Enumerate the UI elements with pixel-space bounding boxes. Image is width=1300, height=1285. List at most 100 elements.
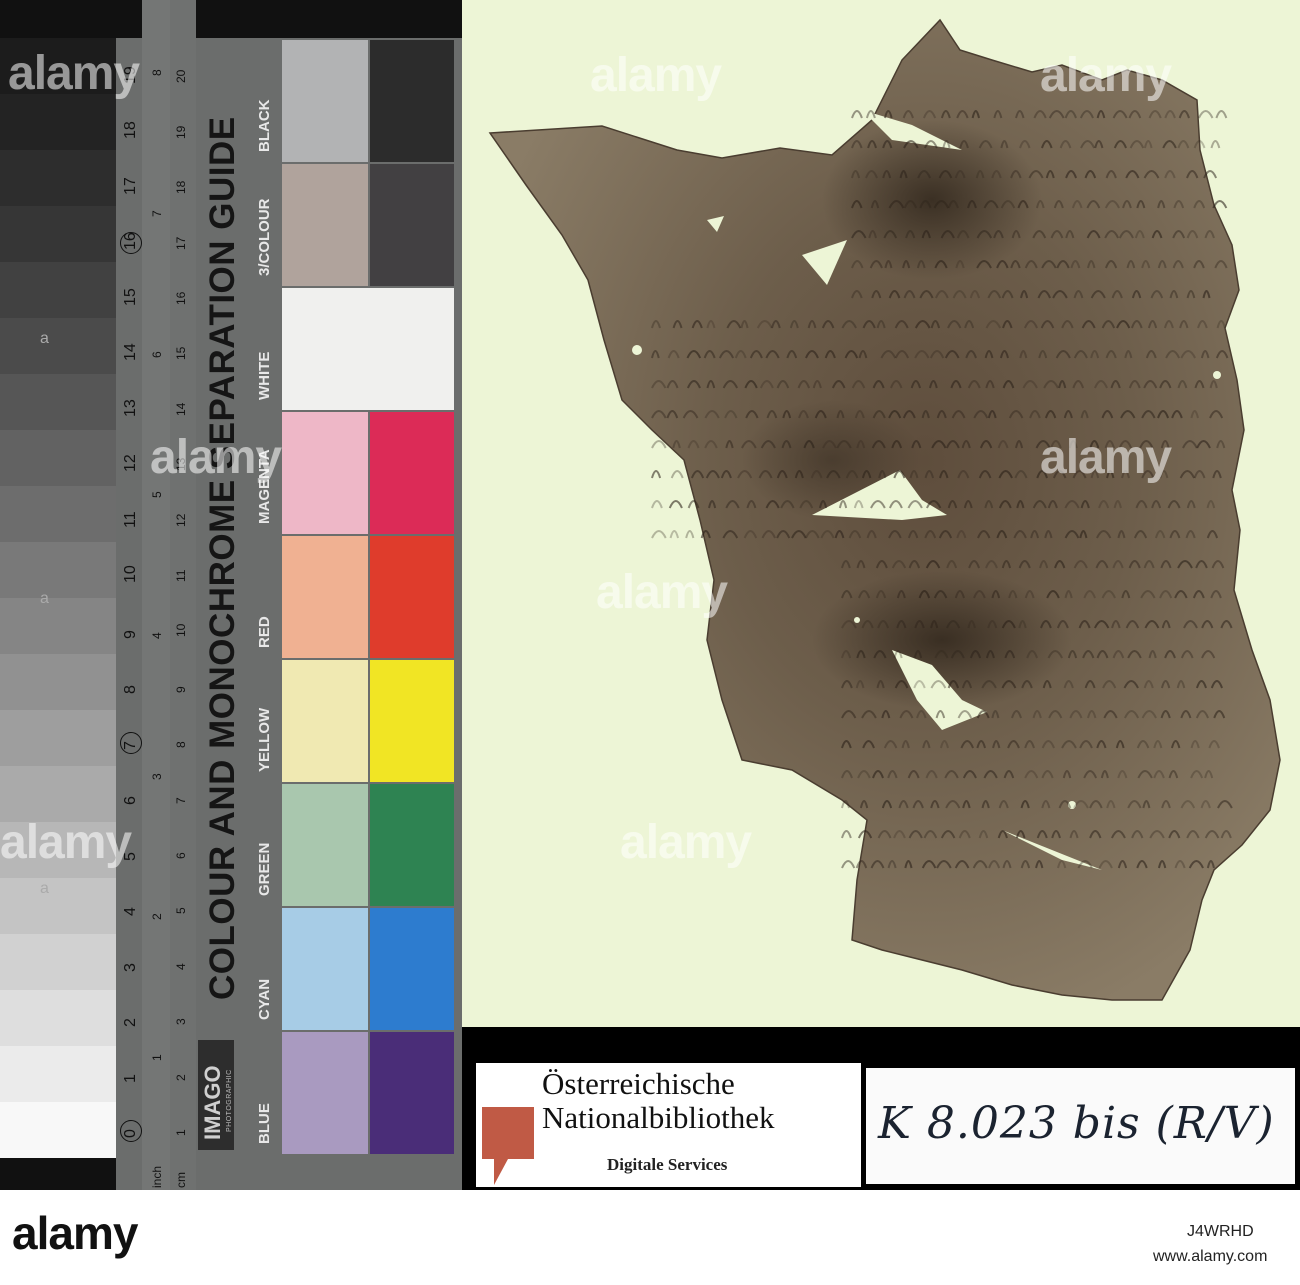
cm-tick-label: 16	[174, 291, 188, 305]
cm-tick-label: 20	[174, 70, 188, 84]
cm-tick-label: 1	[174, 1129, 188, 1136]
swatch-light-white	[282, 288, 454, 410]
grey-step-letter: a	[40, 590, 49, 607]
script-stroke	[685, 530, 695, 539]
step-number: 11	[122, 510, 139, 528]
swatch-dark-blue	[370, 1032, 454, 1154]
grey-step	[0, 598, 116, 654]
grey-step	[0, 542, 116, 598]
library-name-line1: Österreichische	[542, 1066, 735, 1101]
cm-tick-label: 2	[174, 1073, 188, 1081]
cm-tick-label: 15	[174, 347, 188, 361]
swatch-dark-yellow	[370, 660, 454, 782]
script-stroke	[851, 110, 863, 119]
step-number: 13	[122, 398, 139, 417]
grey-step	[0, 486, 116, 542]
grey-step	[0, 94, 116, 150]
script-stroke	[670, 470, 684, 479]
inch-label: inch	[150, 1165, 164, 1188]
grey-step	[0, 1102, 116, 1158]
grey-step	[0, 710, 116, 766]
script-stroke	[1210, 140, 1221, 149]
step-marker-circle	[120, 1120, 142, 1142]
cm-tick-label: 7	[174, 796, 188, 804]
script-stroke	[1215, 110, 1228, 119]
inch-tick-label: 1	[150, 1054, 164, 1061]
grey-step	[0, 374, 116, 430]
swatch-label: WHITE	[256, 351, 273, 400]
cm-tick-label: 18	[174, 180, 188, 195]
step-number: 9	[122, 629, 139, 639]
guide-title: COLOUR AND MONOCHROME SEPARATION GUIDE	[203, 116, 242, 1000]
grey-step	[0, 1046, 116, 1102]
step-number: 17	[122, 176, 139, 195]
inch-tick-label: 6	[150, 350, 164, 358]
cm-tick-label: 4	[174, 963, 188, 970]
script-stroke	[651, 470, 662, 479]
watermark-text: alamy	[1040, 49, 1172, 102]
stock-footer	[0, 1190, 1300, 1285]
grey-step	[0, 934, 116, 990]
grey-step-letter: a	[40, 880, 49, 897]
swatch-light-green	[282, 784, 368, 906]
swatch-label: BLUE	[256, 1103, 273, 1144]
cm-tick-label: 9	[174, 686, 188, 693]
library-name-line2: Nationalbibliothek	[542, 1100, 775, 1135]
swatch-dark-magenta	[370, 412, 454, 534]
swatch-label: 3/COLOUR	[256, 198, 273, 276]
script-stroke	[651, 440, 667, 449]
swatch-dark-green	[370, 784, 454, 906]
swatch-light-red	[282, 536, 368, 658]
cm-tick-label: 10	[174, 624, 188, 638]
script-stroke	[1197, 110, 1214, 119]
swatch-label: BLACK	[256, 99, 273, 153]
step-number: 14	[122, 343, 139, 361]
grey-step	[0, 766, 116, 822]
step-number: 6	[122, 796, 139, 805]
colour-separation-guide: BLUE CYAN GREEN YELLOW RED MAGENTA WHITE 3/COLO…	[0, 0, 462, 1190]
papyrus-fragment	[488, 18, 1281, 1001]
swatch-dark-black	[370, 40, 454, 162]
shelfmark-text: K 8.023 bis (R/V)	[878, 1098, 1275, 1149]
step-number: 1	[122, 1073, 139, 1083]
step-number: 12	[122, 454, 139, 472]
cm-tick-label: 17	[174, 236, 188, 250]
script-stroke	[669, 530, 680, 539]
step-number: 3	[122, 962, 139, 972]
grey-step	[0, 878, 116, 934]
swatch-light-3-colour	[282, 164, 368, 286]
watermark-text: alamy	[8, 47, 140, 100]
step-number: 8	[122, 685, 139, 694]
swatch-label: CYAN	[256, 978, 273, 1020]
cm-tick-label: 3	[174, 1018, 188, 1026]
watermark-text: alamy	[596, 566, 728, 619]
cm-tick-label: 12	[174, 513, 188, 527]
swatch-light-black	[282, 40, 368, 162]
script-stroke	[841, 860, 856, 869]
watermark-text: alamy	[620, 816, 752, 869]
library-department: Digitale Services	[607, 1155, 728, 1174]
watermark-text: alamy	[1040, 431, 1172, 484]
step-number: 18	[122, 121, 139, 139]
swatch-light-magenta	[282, 412, 368, 534]
alamy-logo: alamy	[12, 1207, 138, 1259]
script-stroke	[668, 500, 683, 509]
step-number: 15	[122, 287, 139, 306]
grey-step	[0, 206, 116, 262]
grey-step-letter: a	[40, 330, 49, 347]
step-number: 10	[122, 565, 139, 583]
image-id: J4WRHD	[1187, 1223, 1254, 1240]
script-stroke	[841, 830, 852, 839]
watermark-text: alamy	[590, 49, 722, 102]
swatch-dark-3-colour	[370, 164, 454, 286]
grey-step	[0, 430, 116, 486]
cm-tick-label: 19	[174, 125, 188, 139]
step-number: 2	[122, 1018, 139, 1027]
inch-tick-label: 8	[150, 69, 164, 77]
watermark-text: alamy	[150, 431, 282, 484]
inch-tick-label: 3	[150, 772, 164, 780]
imago-brand: IMAGO	[200, 1065, 225, 1140]
swatch-label: RED	[256, 616, 273, 648]
inch-tick-label: 7	[150, 210, 164, 217]
imago-subtitle: PHOTOGRAPHIC	[226, 1069, 233, 1132]
